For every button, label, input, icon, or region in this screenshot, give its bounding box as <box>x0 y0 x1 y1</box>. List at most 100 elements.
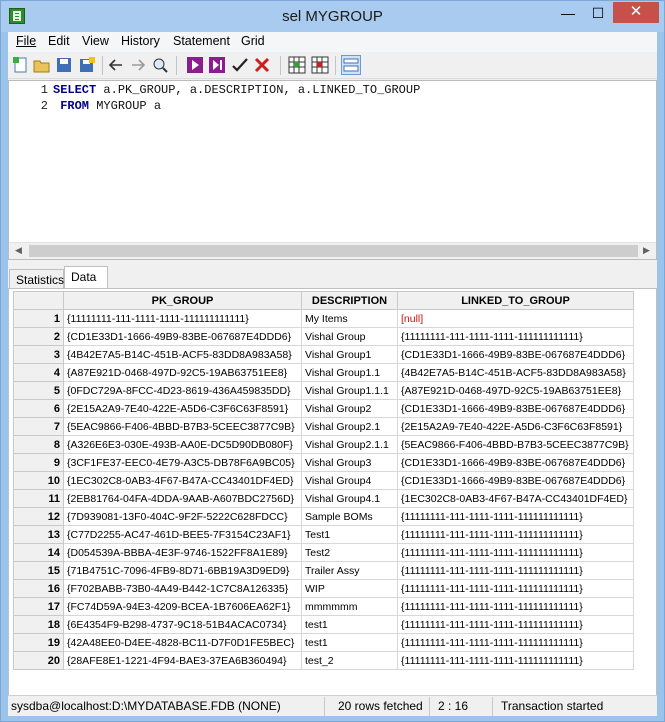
cell-description[interactable]: test_2 <box>301 651 398 670</box>
table-row[interactable]: 9 {3CF1FE37-EEC0-4E79-A3C5-DB78F6A9BC05} V… <box>13 453 634 472</box>
cell-pk-group[interactable]: {CD1E33D1-1666-49B9-83BE-067687E4DDD6} <box>63 327 302 346</box>
execute-step-icon[interactable] <box>208 56 226 74</box>
cell-description[interactable]: Vishal Group3 <box>301 453 398 472</box>
cell-linked-to-group[interactable]: {11111111-111-1111-1111-111111111111} <box>397 633 634 652</box>
table-row[interactable]: 3 {4B42E7A5-B14C-451B-ACF5-83DD8A983A58} V… <box>13 345 634 364</box>
save-as-icon[interactable] <box>78 56 96 74</box>
cell-description[interactable]: Test1 <box>301 525 398 544</box>
cell-description[interactable]: Test2 <box>301 543 398 562</box>
cell-linked-to-group[interactable]: {11111111-111-1111-1111-111111111111} <box>397 543 634 562</box>
cell-linked-to-group[interactable]: {11111111-111-1111-1111-111111111111} <box>397 651 634 670</box>
cell-pk-group[interactable]: {D054539A-BBBA-4E3F-9746-1522FF8A1E89} <box>63 543 302 562</box>
table-row[interactable]: 14 {D054539A-BBBA-4E3F-9746-1522FF8A1E89}… <box>13 543 634 562</box>
cell-linked-to-group[interactable]: {11111111-111-1111-1111-111111111111} <box>397 579 634 598</box>
table-row[interactable]: 18 {6E4354F9-B298-4737-9C18-51B4ACAC0734}… <box>13 615 634 634</box>
menu-file[interactable]: File <box>16 34 36 48</box>
cell-description[interactable]: WIP <box>301 579 398 598</box>
table-row[interactable]: 15 {71B4751C-7096-4FB9-8D71-6BB19A3D9ED9}… <box>13 561 634 580</box>
cell-pk-group[interactable]: {FC74D59A-94E3-4209-BCEA-1B7606EA62F1} <box>63 597 302 616</box>
table-row[interactable]: 4 {A87E921D-0468-497D-92C5-19AB63751EE8} V… <box>13 363 634 382</box>
cell-description[interactable]: Vishal Group4.1 <box>301 489 398 508</box>
open-icon[interactable] <box>33 56 51 74</box>
cell-description[interactable]: Vishal Group1.1.1 <box>301 381 398 400</box>
cell-pk-group[interactable]: {F702BABB-73B0-4A49-B442-1C7C8A126335} <box>63 579 302 598</box>
save-icon[interactable] <box>55 56 73 74</box>
table-row[interactable]: 11 {2EB81764-04FA-4DDA-9AAB-A607BDC2756D}… <box>13 489 634 508</box>
table-row[interactable]: 13 {C77D2255-AC47-461D-BEE5-7F3154C23AF1}… <box>13 525 634 544</box>
code-line[interactable]: SELECT a.PK_GROUP, a.DESCRIPTION, a.LINK… <box>53 83 420 97</box>
menu-edit[interactable]: Edit <box>48 34 70 48</box>
cell-pk-group[interactable]: {2EB81764-04FA-4DDA-9AAB-A607BDC2756D} <box>63 489 302 508</box>
menu-view[interactable]: View <box>82 34 109 48</box>
scroll-right-icon[interactable]: ▶ <box>638 245 655 258</box>
forward-icon[interactable] <box>129 56 147 74</box>
cell-pk-group[interactable]: {7D939081-13F0-404C-9F2F-5222C628FDCC} <box>63 507 302 526</box>
cell-linked-to-group[interactable]: {A87E921D-0468-497D-92C5-19AB63751EE8} <box>397 381 634 400</box>
table-row[interactable]: 19 {42A48EE0-D4EE-4828-BC11-D7F0D1FE5BEC}… <box>13 633 634 652</box>
cell-linked-to-group[interactable]: {11111111-111-1111-1111-111111111111} <box>397 507 634 526</box>
cell-pk-group[interactable]: {A87E921D-0468-497D-92C5-19AB63751EE8} <box>63 363 302 382</box>
table-row[interactable]: 1 {11111111-111-1111-1111-111111111111} My… <box>13 309 634 328</box>
cell-linked-to-group[interactable]: {CD1E33D1-1666-49B9-83BE-067687E4DDD6} <box>397 345 634 364</box>
cell-description[interactable]: mmmmmm <box>301 597 398 616</box>
cell-pk-group[interactable]: {2E15A2A9-7E40-422E-A5D6-C3F6C63F8591} <box>63 399 302 418</box>
cell-linked-to-group[interactable]: {11111111-111-1111-1111-111111111111} <box>397 615 634 634</box>
cell-linked-to-group[interactable]: {11111111-111-1111-1111-111111111111} <box>397 327 634 346</box>
cell-description[interactable]: Vishal Group2 <box>301 399 398 418</box>
table-row[interactable]: 12 {7D939081-13F0-404C-9F2F-5222C628FDCC}… <box>13 507 634 526</box>
cell-description[interactable]: test1 <box>301 633 398 652</box>
tab-data[interactable]: Data <box>64 266 108 289</box>
grid-close-icon[interactable] <box>311 56 329 74</box>
close-button[interactable]: ✕ <box>613 2 659 23</box>
tab-statistics[interactable]: Statistics <box>9 269 64 289</box>
cell-description[interactable]: Vishal Group <box>301 327 398 346</box>
cell-linked-to-group[interactable]: [null] <box>397 309 634 328</box>
cell-pk-group[interactable]: {6E4354F9-B298-4737-9C18-51B4ACAC0734} <box>63 615 302 634</box>
horizontal-scrollbar[interactable]: ◀ ▶ <box>9 242 656 259</box>
table-row[interactable]: 6 {2E15A2A9-7E40-422E-A5D6-C3F6C63F8591} V… <box>13 399 634 418</box>
column-header-pk-group[interactable]: PK_GROUP <box>63 291 302 310</box>
title-bar[interactable]: sel MYGROUP — ☐ ✕ <box>1 1 664 32</box>
column-header-linked-to-group[interactable]: LINKED_TO_GROUP <box>397 291 634 310</box>
cell-linked-to-group[interactable]: {5EAC9866-F406-4BBD-B7B3-5CEEC3877C9B} <box>397 435 634 454</box>
table-row[interactable]: 5 {0FDC729A-8FCC-4D23-8619-436A459835DD} V… <box>13 381 634 400</box>
menu-statement[interactable]: Statement <box>173 34 230 48</box>
table-row[interactable]: 2 {CD1E33D1-1666-49B9-83BE-067687E4DDD6} V… <box>13 327 634 346</box>
table-row[interactable]: 20 {28AFE8E1-1221-4F94-BAE3-37EA6B360494}… <box>13 651 634 670</box>
sql-editor[interactable]: 1 2 SELECT a.PK_GROUP, a.DESCRIPTION, a.… <box>8 80 657 260</box>
cell-pk-group[interactable]: {4B42E7A5-B14C-451B-ACF5-83DD8A983A58} <box>63 345 302 364</box>
cell-linked-to-group[interactable]: {11111111-111-1111-1111-111111111111} <box>397 525 634 544</box>
cell-linked-to-group[interactable]: {4B42E7A5-B14C-451B-ACF5-83DD8A983A58} <box>397 363 634 382</box>
table-row[interactable]: 16 {F702BABB-73B0-4A49-B442-1C7C8A126335}… <box>13 579 634 598</box>
cell-pk-group[interactable]: {5EAC9866-F406-4BBD-B7B3-5CEEC3877C9B} <box>63 417 302 436</box>
scroll-thumb[interactable] <box>29 245 638 257</box>
rollback-icon[interactable] <box>253 56 271 74</box>
cell-pk-group[interactable]: {C77D2255-AC47-461D-BEE5-7F3154C23AF1} <box>63 525 302 544</box>
grid-view-icon[interactable] <box>288 56 306 74</box>
cell-description[interactable]: Sample BOMs <box>301 507 398 526</box>
cell-description[interactable]: My Items <box>301 309 398 328</box>
cell-description[interactable]: Vishal Group4 <box>301 471 398 490</box>
cell-pk-group[interactable]: {0FDC729A-8FCC-4D23-8619-436A459835DD} <box>63 381 302 400</box>
table-row[interactable]: 10 {1EC302C8-0AB3-4F67-B47A-CC43401DF4ED}… <box>13 471 634 490</box>
table-row[interactable]: 7 {5EAC9866-F406-4BBD-B7B3-5CEEC3877C9B} V… <box>13 417 634 436</box>
table-row[interactable]: 8 {A326E6E3-030E-493B-AA0E-DC5D90DB080F} V… <box>13 435 634 454</box>
cell-linked-to-group[interactable]: {11111111-111-1111-1111-111111111111} <box>397 597 634 616</box>
cell-linked-to-group[interactable]: {CD1E33D1-1666-49B9-83BE-067687E4DDD6} <box>397 453 634 472</box>
commit-icon[interactable] <box>231 56 249 74</box>
cell-description[interactable]: Vishal Group1.1 <box>301 363 398 382</box>
cell-description[interactable]: test1 <box>301 615 398 634</box>
cell-description[interactable]: Vishal Group1 <box>301 345 398 364</box>
cell-linked-to-group[interactable]: {1EC302C8-0AB3-4F67-B47A-CC43401DF4ED} <box>397 489 634 508</box>
cell-linked-to-group[interactable]: {CD1E33D1-1666-49B9-83BE-067687E4DDD6} <box>397 399 634 418</box>
split-view-icon[interactable] <box>341 55 361 75</box>
cell-linked-to-group[interactable]: {2E15A2A9-7E40-422E-A5D6-C3F6C63F8591} <box>397 417 634 436</box>
find-icon[interactable] <box>151 56 169 74</box>
menu-history[interactable]: History <box>121 34 160 48</box>
new-icon[interactable] <box>12 56 30 74</box>
menu-grid[interactable]: Grid <box>241 34 265 48</box>
column-header-description[interactable]: DESCRIPTION <box>301 291 398 310</box>
cell-pk-group[interactable]: {42A48EE0-D4EE-4828-BC11-D7F0D1FE5BEC} <box>63 633 302 652</box>
minimize-button[interactable]: — <box>554 5 582 25</box>
maximize-button[interactable]: ☐ <box>584 5 612 25</box>
